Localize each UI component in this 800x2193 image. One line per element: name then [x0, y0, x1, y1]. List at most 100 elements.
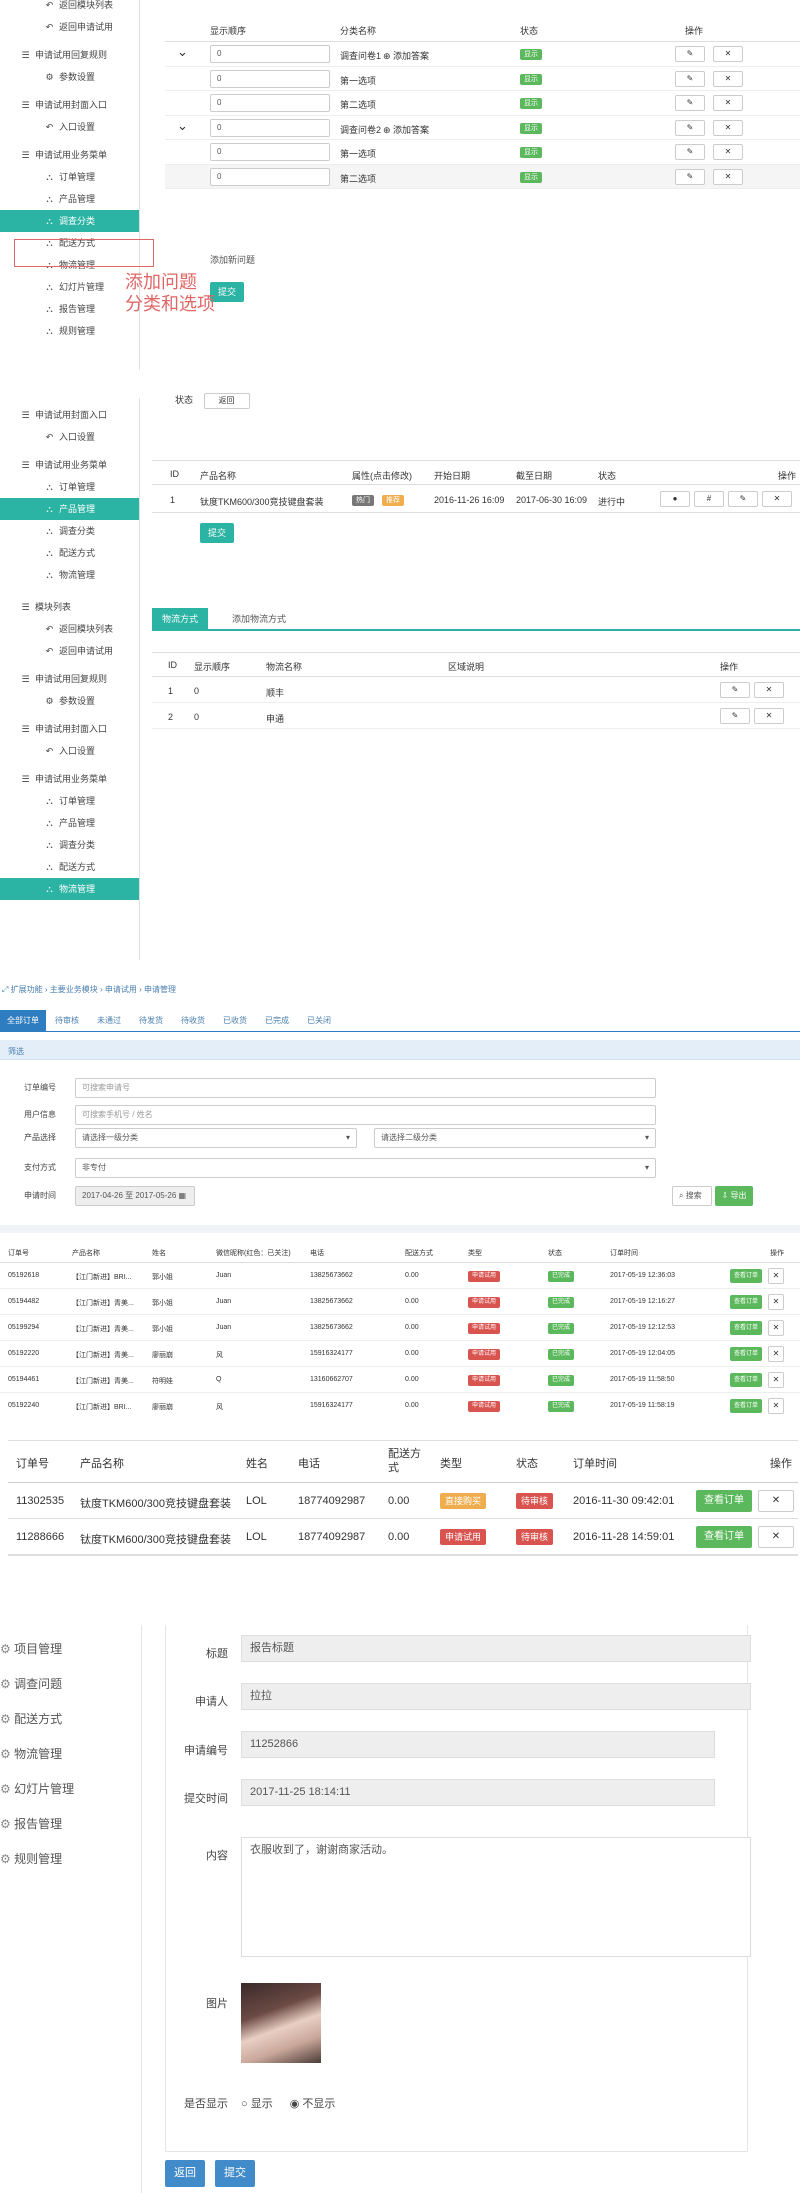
chevron-down-icon[interactable]: ⌄ — [177, 118, 188, 134]
tab-6[interactable]: 已完成 — [256, 1010, 298, 1032]
order-input[interactable]: 0 — [210, 69, 330, 88]
tab-logistics[interactable]: 物流方式 — [152, 608, 209, 631]
delete-button[interactable]: ✕ — [713, 46, 743, 62]
tab-2[interactable]: 未通过 — [88, 1010, 130, 1032]
sidebar-item[interactable]: ☰ 申请试用业务菜单 — [0, 454, 139, 476]
tab-7[interactable]: 已关闭 — [298, 1010, 340, 1032]
filter-input[interactable]: 可搜索申请号 — [75, 1078, 656, 1098]
view-order-button[interactable]: 查看订单 — [730, 1373, 763, 1387]
chevron-down-icon[interactable]: ⌄ — [177, 44, 188, 60]
close-order-button[interactable]: ✕ — [758, 1526, 794, 1548]
edit-button[interactable]: ✎ — [675, 144, 705, 160]
tab-5[interactable]: 已收货 — [214, 1010, 256, 1032]
sidebar-item[interactable]: ⚙ 调查问题 — [0, 1674, 62, 1694]
hide-radio[interactable]: ◉ 不显示 — [290, 2098, 336, 2110]
applicant-field[interactable]: 拉拉 — [241, 1683, 751, 1710]
back-button[interactable]: 返回 — [165, 2160, 205, 2187]
sidebar-item[interactable]: ⛬ 订单管理 — [0, 476, 139, 498]
search-button[interactable]: ⌕ 搜索 — [672, 1186, 712, 1206]
sidebar-item[interactable]: ↶ 返回申请试用 — [0, 16, 139, 38]
sidebar-item[interactable]: ⛬ 规则管理 — [0, 320, 139, 342]
back-button[interactable]: 返回 — [203, 393, 250, 409]
close-order-button[interactable]: ✕ — [768, 1320, 784, 1336]
sidebar-item[interactable]: ⛬ 产品管理 — [0, 188, 139, 210]
sidebar-item[interactable]: ⛬ 产品管理 — [0, 498, 139, 520]
product-subcategory-select[interactable]: 请选择二级分类 ▾ — [374, 1128, 656, 1148]
tab-0[interactable]: 全部订单 — [0, 1010, 46, 1032]
tab-3[interactable]: 待发货 — [130, 1010, 172, 1032]
sidebar-item[interactable]: ☰ 申请试用业务菜单 — [0, 768, 139, 790]
order-input[interactable]: 0 — [210, 167, 330, 186]
view-order-button[interactable]: 查看订单 — [730, 1347, 763, 1361]
tab-add-logistics[interactable]: 添加物流方式 — [222, 608, 296, 631]
sidebar-item[interactable]: ⛬ 配送方式 — [0, 856, 139, 878]
close-order-button[interactable]: ✕ — [768, 1372, 784, 1388]
order-input[interactable]: 0 — [210, 143, 330, 161]
title-field[interactable]: 报告标题 — [241, 1635, 751, 1662]
view-order-button[interactable]: 查看订单 — [696, 1490, 752, 1512]
view-order-button[interactable]: 查看订单 — [730, 1321, 763, 1335]
status-badge[interactable]: 显示 — [520, 73, 542, 85]
add-answer-link[interactable]: ⊕ 添加答案 — [383, 123, 429, 136]
edit-button[interactable]: ✎ — [720, 682, 750, 698]
sidebar-item[interactable]: ⛬ 配送方式 — [0, 542, 139, 564]
add-question-link[interactable]: 添加新问题 — [210, 253, 255, 266]
submit-button[interactable]: 提交 — [200, 523, 235, 543]
sidebar-item[interactable]: ↶ 返回申请试用 — [0, 640, 139, 662]
sidebar-item[interactable]: ☰ 申请试用封面入口 — [0, 404, 139, 426]
sidebar-item[interactable]: ↶ 返回模块列表 — [0, 618, 139, 640]
sidebar-item[interactable]: ↶ 入口设置 — [0, 116, 139, 138]
sidebar-item[interactable]: ☰ 申请试用回复规则 — [0, 44, 139, 66]
delete-button[interactable]: ✕ — [713, 70, 743, 87]
submit-button[interactable]: 提交 — [215, 2160, 255, 2187]
delete-button[interactable]: ✕ — [754, 708, 784, 724]
sidebar-item[interactable]: ⚙ 报告管理 — [0, 1814, 62, 1834]
sidebar-item[interactable]: ↶ 入口设置 — [0, 740, 139, 762]
recommend-badge[interactable]: 推荐 — [382, 495, 404, 506]
status-badge[interactable]: 显示 — [520, 98, 542, 109]
edit-button[interactable]: ✎ — [675, 95, 705, 111]
sidebar-item[interactable]: ☰ 申请试用封面入口 — [0, 94, 139, 116]
export-button[interactable]: ⇩ 导出 — [715, 1186, 753, 1206]
sidebar-item[interactable]: ☰ 申请试用封面入口 — [0, 718, 139, 740]
sidebar-item[interactable]: ⚙ 参数设置 — [0, 66, 139, 88]
sidebar-item[interactable]: ⛬ 产品管理 — [0, 812, 139, 834]
sidebar-item[interactable]: ⚙ 规则管理 — [0, 1849, 62, 1869]
view-order-button[interactable]: 查看订单 — [696, 1526, 752, 1548]
time-field[interactable]: 2017-11-25 18:14:11 — [241, 1779, 715, 1806]
hot-badge[interactable]: 热门 — [352, 495, 374, 506]
sidebar-item[interactable]: ↶ 返回模块列表 — [0, 0, 139, 16]
status-badge[interactable]: 显示 — [520, 122, 542, 134]
close-order-button[interactable]: ✕ — [768, 1294, 784, 1310]
view-button[interactable]: ● — [660, 491, 690, 507]
close-order-button[interactable]: ✕ — [758, 1490, 794, 1512]
close-order-button[interactable]: ✕ — [768, 1346, 784, 1362]
order-input[interactable]: 0 — [210, 94, 330, 112]
content-field[interactable]: 衣服收到了，谢谢商家活动。 — [241, 1837, 751, 1957]
sidebar-item[interactable]: ☰ 模块列表 — [0, 596, 139, 618]
apply-no-field[interactable]: 11252866 — [241, 1731, 715, 1758]
edit-button[interactable]: ✎ — [720, 708, 750, 724]
close-order-button[interactable]: ✕ — [768, 1268, 784, 1284]
sidebar-item[interactable]: ⚙ 物流管理 — [0, 1744, 62, 1764]
sidebar-item[interactable]: ⚙ 项目管理 — [0, 1639, 62, 1659]
delete-button[interactable]: ✕ — [713, 144, 743, 160]
sidebar-item[interactable]: ☰ 申请试用业务菜单 — [0, 144, 139, 166]
delete-button[interactable]: ✕ — [713, 95, 743, 111]
edit-button[interactable]: ✎ — [675, 46, 705, 62]
sidebar-item[interactable]: ⚙ 配送方式 — [0, 1709, 62, 1729]
view-order-button[interactable]: 查看订单 — [730, 1295, 763, 1309]
filter-input[interactable]: 可搜索手机号 / 姓名 — [75, 1105, 656, 1125]
view-order-button[interactable]: 查看订单 — [730, 1269, 763, 1283]
qrcode-button[interactable]: # — [694, 491, 724, 507]
sidebar-item[interactable]: ⛬ 报告管理 — [0, 298, 139, 320]
status-badge[interactable]: 显示 — [520, 171, 542, 183]
product-category-select[interactable]: 请选择一级分类 ▾ — [75, 1128, 357, 1148]
close-order-button[interactable]: ✕ — [768, 1398, 784, 1414]
tab-4[interactable]: 待收货 — [172, 1010, 214, 1032]
delete-button[interactable]: ✕ — [713, 168, 743, 185]
status-badge[interactable]: 显示 — [520, 147, 542, 158]
sidebar-item[interactable]: ⚙ 幻灯片管理 — [0, 1779, 74, 1799]
sidebar-item[interactable]: ⛬ 调查分类 — [0, 520, 139, 542]
delete-button[interactable]: ✕ — [762, 491, 792, 507]
